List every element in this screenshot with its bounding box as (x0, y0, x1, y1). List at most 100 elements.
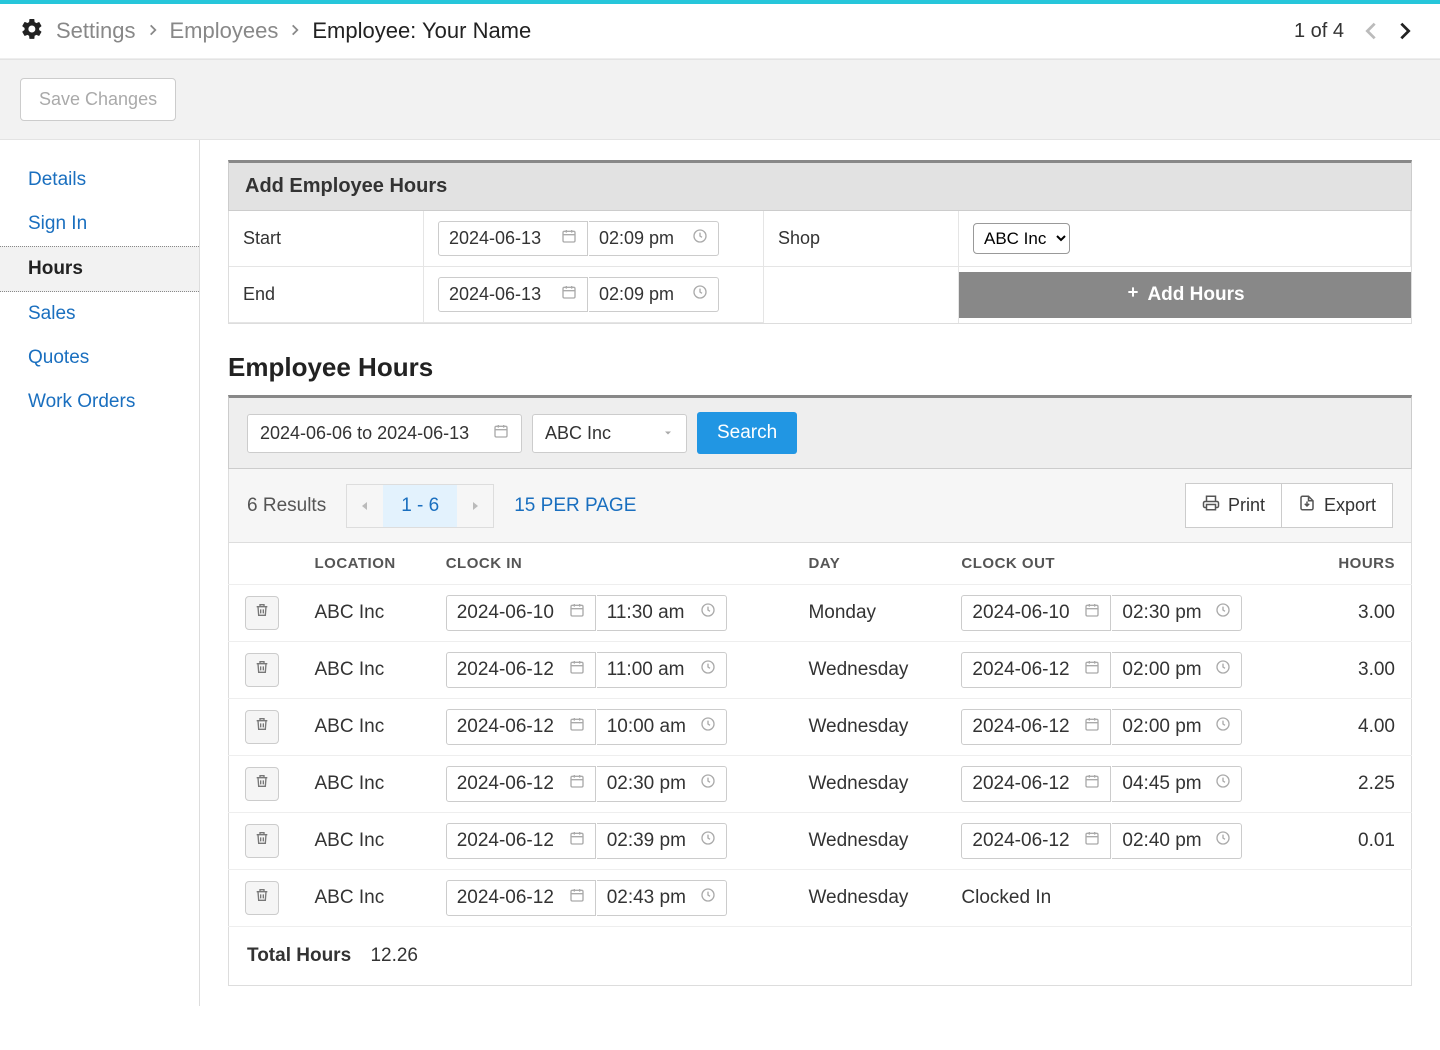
row-time-input[interactable]: 04:45 pm (1112, 766, 1242, 802)
sidebar-item-signin[interactable]: Sign In (0, 202, 199, 246)
sidebar-item-details[interactable]: Details (0, 158, 199, 202)
row-date-input[interactable]: 2024-06-12 (446, 823, 596, 859)
row-date-input[interactable]: 2024-06-12 (446, 709, 596, 745)
row-hours: 0.01 (1308, 813, 1411, 870)
row-day: Wednesday (792, 813, 945, 870)
calendar-icon (1084, 602, 1100, 624)
per-page-select[interactable]: 15 PER PAGE (514, 495, 636, 517)
row-day: Wednesday (792, 756, 945, 813)
total-row: Total Hours 12.26 (228, 927, 1412, 986)
delete-row-button[interactable] (245, 653, 279, 687)
filter-shop-value: ABC Inc (545, 423, 611, 444)
clock-icon (700, 773, 716, 795)
row-time-input[interactable]: 11:30 am (597, 595, 727, 631)
row-date-input[interactable]: 2024-06-10 (961, 595, 1111, 631)
total-label: Total Hours (247, 945, 351, 966)
page-range[interactable]: 1 - 6 (383, 485, 457, 527)
row-date-input[interactable]: 2024-06-12 (446, 880, 596, 916)
breadcrumb: Settings Employees Employee: Your Name 1… (0, 4, 1440, 59)
row-time-input[interactable]: 02:30 pm (1112, 595, 1242, 631)
sidebar-item-workorders[interactable]: Work Orders (0, 380, 199, 424)
row-hours (1308, 870, 1411, 927)
row-time-input[interactable]: 02:30 pm (597, 766, 727, 802)
delete-row-button[interactable] (245, 710, 279, 744)
end-date-input[interactable]: 2024-06-13 (438, 277, 588, 312)
breadcrumb-employees[interactable]: Employees (170, 18, 279, 44)
total-value: 12.26 (370, 945, 418, 966)
calendar-icon (1084, 659, 1100, 681)
sidebar-item-hours[interactable]: Hours (0, 246, 199, 292)
clock-icon (700, 659, 716, 681)
delete-row-button[interactable] (245, 596, 279, 630)
row-hours: 3.00 (1308, 585, 1411, 642)
shop-select[interactable]: ABC Inc (973, 223, 1070, 254)
clock-icon (692, 284, 708, 305)
col-clockin: CLOCK IN (430, 543, 793, 585)
row-date-input[interactable]: 2024-06-12 (446, 652, 596, 688)
filter-shop-select[interactable]: ABC Inc (532, 414, 687, 453)
start-label: Start (229, 211, 424, 267)
start-date-input[interactable]: 2024-06-13 (438, 221, 588, 256)
clock-icon (1215, 659, 1231, 681)
row-time-input[interactable]: 11:00 am (597, 652, 727, 688)
row-date-input[interactable]: 2024-06-12 (961, 766, 1111, 802)
sidebar-item-quotes[interactable]: Quotes (0, 336, 199, 380)
pager-next-button[interactable] (1390, 16, 1420, 46)
row-date-input[interactable]: 2024-06-12 (961, 652, 1111, 688)
pager-prev-button[interactable] (1356, 16, 1386, 46)
calendar-icon (569, 830, 585, 852)
filter-date-range[interactable]: 2024-06-06 to 2024-06-13 (247, 414, 522, 453)
calendar-icon (493, 423, 509, 444)
clock-icon (700, 716, 716, 738)
print-button[interactable]: Print (1185, 483, 1282, 528)
export-label: Export (1324, 495, 1376, 516)
row-time-input[interactable]: 02:43 pm (597, 880, 727, 916)
row-time-input[interactable]: 02:40 pm (1112, 823, 1242, 859)
export-button[interactable]: Export (1282, 483, 1393, 528)
row-time-input[interactable]: 02:00 pm (1112, 709, 1242, 745)
start-date-value: 2024-06-13 (449, 228, 541, 249)
start-time-value: 02:09 pm (599, 228, 674, 249)
calendar-icon (569, 602, 585, 624)
start-time-input[interactable]: 02:09 pm (589, 221, 719, 256)
end-time-input[interactable]: 02:09 pm (589, 277, 719, 312)
save-changes-button[interactable]: Save Changes (20, 78, 176, 121)
row-date-input[interactable]: 2024-06-10 (446, 595, 596, 631)
breadcrumb-current: Employee: Your Name (312, 18, 531, 44)
row-time-input[interactable]: 10:00 am (597, 709, 727, 745)
delete-row-button[interactable] (245, 767, 279, 801)
sidebar-item-sales[interactable]: Sales (0, 292, 199, 336)
row-date-input[interactable]: 2024-06-12 (961, 823, 1111, 859)
row-hours: 4.00 (1308, 699, 1411, 756)
page-prev-button[interactable] (347, 485, 383, 527)
trash-icon (254, 830, 270, 852)
trash-icon (254, 659, 270, 681)
calendar-icon (569, 659, 585, 681)
trash-icon (254, 716, 270, 738)
search-button[interactable]: Search (697, 412, 797, 454)
row-time-input[interactable]: 02:00 pm (1112, 652, 1242, 688)
add-hours-button[interactable]: Add Hours (959, 272, 1411, 318)
shop-label: Shop (764, 211, 959, 267)
page-next-button[interactable] (457, 485, 493, 527)
employee-hours-heading: Employee Hours (228, 352, 1412, 383)
delete-row-button[interactable] (245, 824, 279, 858)
delete-row-button[interactable] (245, 881, 279, 915)
breadcrumb-settings[interactable]: Settings (56, 18, 136, 44)
row-location: ABC Inc (299, 699, 430, 756)
clock-icon (1215, 830, 1231, 852)
row-day: Wednesday (792, 642, 945, 699)
row-date-input[interactable]: 2024-06-12 (446, 766, 596, 802)
table-row: ABC Inc2024-06-1211:00 amWednesday2024-0… (229, 642, 1412, 699)
clock-icon (1215, 602, 1231, 624)
gear-icon (20, 17, 44, 46)
row-date-input[interactable]: 2024-06-12 (961, 709, 1111, 745)
clock-icon (1215, 716, 1231, 738)
clock-icon (700, 830, 716, 852)
row-hours: 3.00 (1308, 642, 1411, 699)
action-bar: Save Changes (0, 59, 1440, 140)
col-hours: HOURS (1308, 543, 1411, 585)
end-date-value: 2024-06-13 (449, 284, 541, 305)
row-time-input[interactable]: 02:39 pm (597, 823, 727, 859)
print-icon (1202, 494, 1220, 517)
